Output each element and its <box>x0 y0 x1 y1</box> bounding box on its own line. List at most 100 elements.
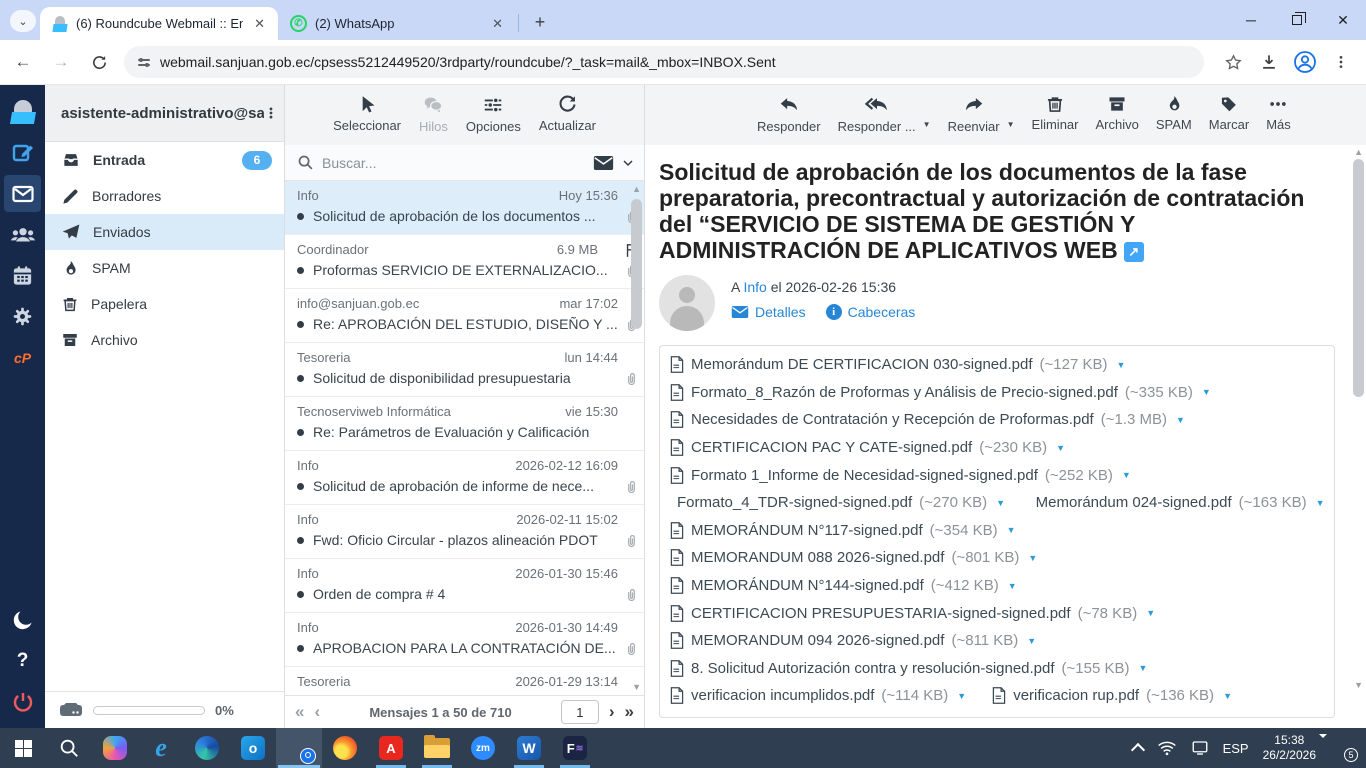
settings-gear-icon[interactable] <box>4 298 41 335</box>
attachment-menu-icon[interactable]: ▼ <box>1176 415 1185 425</box>
attachment[interactable]: MEMORANDUM 094 2026-signed.pdf(~811 KB)▼ <box>670 632 1036 649</box>
list-scrollbar-thumb[interactable] <box>631 199 642 329</box>
dark-mode-moon-icon[interactable] <box>4 601 41 638</box>
headers-link[interactable]: i Cabeceras <box>826 304 916 320</box>
mail-module-icon[interactable] <box>4 175 41 212</box>
message-row[interactable]: Info2026-02-11 15:02 Fwd: Oficio Circula… <box>285 505 644 559</box>
attachment[interactable]: Necesidades de Contratación y Recepción … <box>670 411 1185 428</box>
reply-all-dropdown-icon[interactable]: ▼ <box>923 120 931 129</box>
attachment[interactable]: Memorándum DE CERTIFICACION 030-signed.p… <box>670 356 1125 373</box>
attachment[interactable]: MEMORÁNDUM N°144-signed.pdf(~412 KB)▼ <box>670 577 1017 594</box>
edge-icon[interactable] <box>184 728 230 768</box>
search-input[interactable] <box>322 155 585 171</box>
delete-button[interactable]: Eliminar <box>1032 94 1079 132</box>
mark-button[interactable]: Marcar <box>1209 94 1249 132</box>
message-row[interactable]: Info2026-01-30 15:46 Orden de compra # 4 <box>285 559 644 613</box>
folder-options-kebab-icon[interactable] <box>264 104 278 122</box>
spam-button[interactable]: SPAM <box>1156 94 1192 132</box>
taskbar-clock[interactable]: 15:38 26/2/2026 <box>1263 733 1316 763</box>
attachment-menu-icon[interactable]: ▼ <box>1146 608 1155 618</box>
search-options-chevron-icon[interactable] <box>622 157 634 169</box>
zoom-icon[interactable]: zm <box>460 728 506 768</box>
window-restore-button[interactable] <box>1274 0 1320 40</box>
chrome-icon[interactable] <box>276 728 322 768</box>
address-bar[interactable]: webmail.sanjuan.gob.ec/cpsess5212449520/… <box>124 46 1204 78</box>
cpanel-icon[interactable]: cP <box>4 339 41 376</box>
attachment-menu-icon[interactable]: ▼ <box>1028 553 1037 563</box>
internet-explorer-icon[interactable]: e <box>138 728 184 768</box>
archive-button[interactable]: Archivo <box>1096 94 1139 132</box>
reader-scroll-up-icon[interactable]: ▲ <box>1354 147 1363 157</box>
list-scroll-up-icon[interactable]: ▲ <box>632 184 641 194</box>
reader-scroll-down-icon[interactable]: ▼ <box>1354 680 1363 690</box>
message-row[interactable]: Tesorerialun 14:44 Solicitud de disponib… <box>285 343 644 397</box>
start-button[interactable] <box>0 728 46 768</box>
message-row[interactable]: info@sanjuan.gob.ecmar 17:02 Re: APROBAC… <box>285 289 644 343</box>
attachment-menu-icon[interactable]: ▼ <box>1202 387 1211 397</box>
help-icon[interactable]: ? <box>4 642 41 679</box>
reload-button[interactable] <box>84 47 114 77</box>
outlook-icon[interactable]: o <box>230 728 276 768</box>
message-row[interactable]: InfoHoy 15:36 Solicitud de aprobación de… <box>285 181 644 235</box>
attachment-menu-icon[interactable]: ▼ <box>1056 443 1065 453</box>
bookmark-star-icon[interactable] <box>1218 47 1248 77</box>
file-explorer-icon[interactable] <box>414 728 460 768</box>
attachment[interactable]: Formato_8_Razón de Proformas y Análisis … <box>670 384 1211 401</box>
recipient-link[interactable]: Info <box>743 279 766 295</box>
more-button[interactable]: Más <box>1266 94 1291 132</box>
notification-center-icon[interactable]: 5 <box>1330 738 1354 758</box>
window-close-button[interactable]: ✕ <box>1320 0 1366 40</box>
back-button[interactable]: ← <box>8 47 38 77</box>
details-link[interactable]: Detalles <box>731 304 806 320</box>
options-button[interactable]: Opciones <box>466 94 521 134</box>
downloads-icon[interactable] <box>1254 47 1284 77</box>
tab-close-icon[interactable]: ✕ <box>251 16 268 32</box>
attachment-menu-icon[interactable]: ▼ <box>1027 636 1036 646</box>
next-page-button[interactable]: › <box>609 702 615 722</box>
f-app-icon[interactable]: F≋ <box>552 728 598 768</box>
search-scope-mail-icon[interactable] <box>593 155 614 171</box>
wifi-icon[interactable] <box>1157 740 1177 756</box>
attachment-menu-icon[interactable]: ▼ <box>1122 470 1131 480</box>
attachment[interactable]: verificacion rup.pdf(~136 KB)▼ <box>992 687 1232 704</box>
message-row[interactable]: Info2026-01-30 14:49 APROBACION PARA LA … <box>285 613 644 667</box>
attachment-menu-icon[interactable]: ▼ <box>1007 525 1016 535</box>
language-indicator[interactable]: ESP <box>1223 741 1249 756</box>
compose-icon[interactable] <box>4 134 41 171</box>
tab-list-chevron-icon[interactable]: ⌄ <box>10 10 36 32</box>
first-page-button[interactable]: « <box>295 702 304 722</box>
copilot-icon[interactable] <box>92 728 138 768</box>
word-icon[interactable]: W <box>506 728 552 768</box>
folder-archive[interactable]: Archivo <box>45 322 284 358</box>
tab-close-icon[interactable]: ✕ <box>489 16 506 32</box>
forward-button[interactable]: → <box>46 47 76 77</box>
attachment[interactable]: Memorándum 024-signed.pdf(~163 KB)▼ <box>1029 494 1324 511</box>
firefox-icon[interactable] <box>322 728 368 768</box>
message-row[interactable]: Coordinador6.9 MB Proformas SERVICIO DE … <box>285 235 644 289</box>
tray-expand-chevron-icon[interactable] <box>1131 743 1145 757</box>
tray-display-icon[interactable] <box>1191 740 1209 756</box>
calendar-icon[interactable] <box>4 257 41 294</box>
attachment[interactable]: Formato 1_Informe de Necesidad-signed-si… <box>670 467 1131 484</box>
window-minimize-button[interactable]: ─ <box>1228 0 1274 40</box>
threads-button[interactable]: Hilos <box>419 94 448 134</box>
attachment[interactable]: 8. Solicitud Autorización contra y resol… <box>670 660 1147 677</box>
message-row[interactable]: Tecnoserviweb Informáticavie 15:30 Re: P… <box>285 397 644 451</box>
reply-all-button[interactable]: Responder ... <box>838 94 916 134</box>
attachment-menu-icon[interactable]: ▼ <box>996 498 1005 508</box>
open-in-new-window-icon[interactable]: ↗ <box>1124 242 1144 262</box>
attachment[interactable]: CERTIFICACION PRESUPUESTARIA-signed-sign… <box>670 605 1155 622</box>
attachment[interactable]: verificacion incumplidos.pdf(~114 KB)▼ <box>670 687 966 704</box>
message-row[interactable]: Info2026-02-12 16:09 Solicitud de aproba… <box>285 451 644 505</box>
page-input[interactable] <box>561 700 599 724</box>
folder-drafts[interactable]: Borradores <box>45 178 284 214</box>
tab-whatsapp[interactable]: ✆ (2) WhatsApp ✕ <box>278 7 516 40</box>
site-settings-icon[interactable] <box>138 59 150 66</box>
prev-page-button[interactable]: ‹ <box>314 702 320 722</box>
browser-menu-icon[interactable] <box>1326 47 1356 77</box>
select-button[interactable]: Seleccionar <box>333 94 401 133</box>
forward-dropdown-icon[interactable]: ▼ <box>1007 120 1015 129</box>
taskbar-search-icon[interactable] <box>46 728 92 768</box>
logout-power-icon[interactable] <box>4 683 41 720</box>
last-page-button[interactable]: » <box>625 702 634 722</box>
